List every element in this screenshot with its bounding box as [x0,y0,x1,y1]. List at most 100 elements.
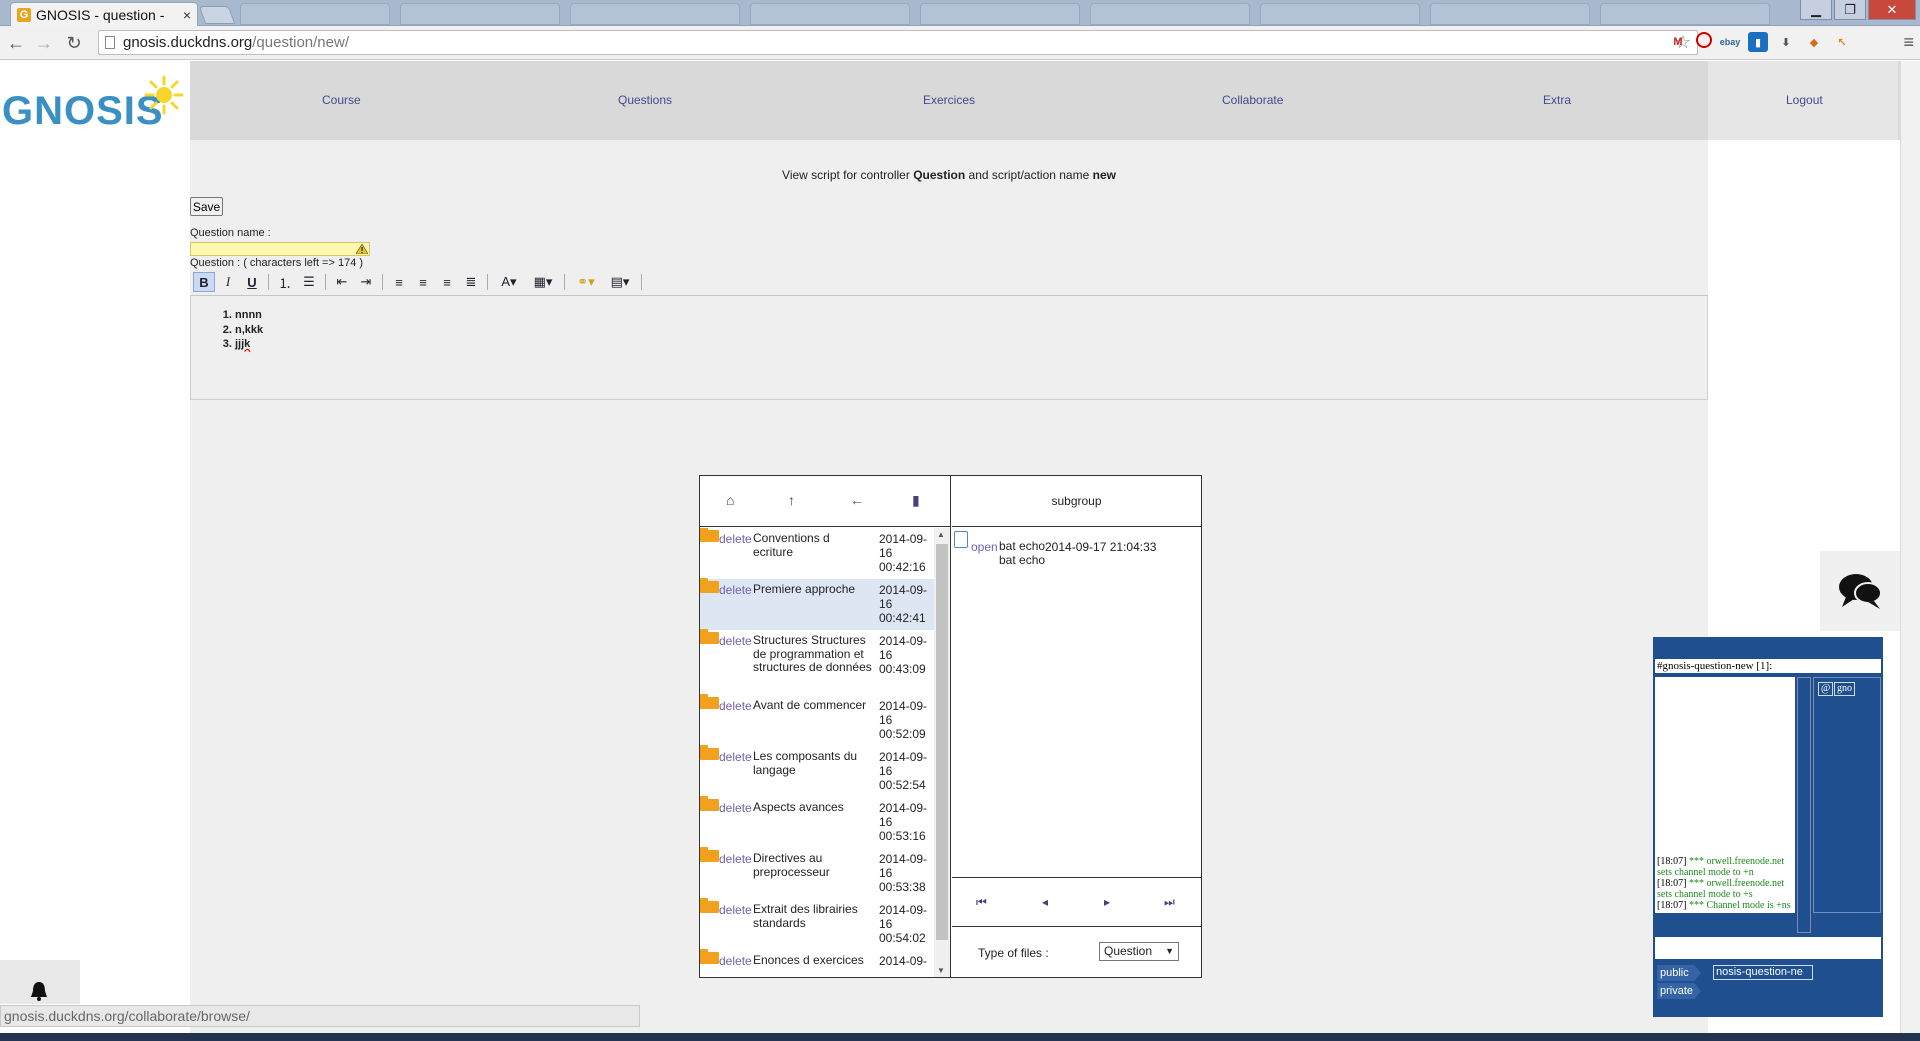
feed-extension-icon[interactable]: ◆ [1804,32,1824,52]
menu-icon[interactable]: ≡ [1903,32,1914,53]
delete-link[interactable]: delete [719,954,752,968]
background-tab[interactable] [1600,3,1770,25]
active-tab[interactable]: G GNOSIS - question - × [10,2,198,26]
file-row[interactable]: open bat echo bat echo 2014-09-17 21:04:… [952,528,1201,566]
folder-row[interactable]: delete Enonces d exercices 2014-09- [700,949,934,978]
folder-name[interactable]: Conventions d ecriture [753,531,873,559]
italic-icon[interactable]: I [217,272,239,292]
next-page-icon[interactable]: ▸ [1104,895,1110,909]
folder-row[interactable]: delete Les composants du langage 2014-09… [700,745,934,797]
ebay-extension-icon[interactable]: ebay [1720,32,1741,52]
chat-toggle-button[interactable] [1820,551,1900,631]
page-scrollbar[interactable] [1900,61,1920,1033]
delete-link[interactable]: delete [719,583,752,597]
folder-row[interactable]: delete Premiere approche 2014-09-16 00:4… [700,578,934,630]
back-arrow-icon[interactable]: ← [850,492,864,508]
align-right-icon[interactable]: ≡ [436,272,458,292]
nick-item[interactable]: gno [1834,682,1855,696]
close-tab-icon[interactable]: × [183,7,191,23]
irc-input[interactable] [1655,937,1881,959]
nav-course[interactable]: Course [322,93,361,107]
home-icon[interactable]: ⌂ [726,492,734,508]
delete-link[interactable]: delete [719,634,752,648]
folder-name[interactable]: Avant de commencer [753,698,873,713]
type-select[interactable]: Question ▼ [1099,942,1179,961]
delete-link[interactable]: delete [719,750,752,764]
background-tab[interactable] [400,3,560,25]
address-bar[interactable]: gnosis.duckdns.org /question/new/ ☆ [98,30,1698,55]
folder-row[interactable]: delete Extrait des librairies standards … [700,898,934,950]
gnosis-logo[interactable]: GNOSIS [2,75,184,139]
folder-row[interactable]: delete Conventions d ecriture 2014-09-16… [700,528,934,579]
folder-name[interactable]: Extrait des librairies standards [753,902,873,930]
nav-extra[interactable]: Extra [1543,93,1571,107]
file-name[interactable]: bat echo bat echo [999,539,1051,567]
save-button[interactable]: Save [190,197,223,216]
background-tab[interactable] [240,3,390,25]
folder-name[interactable]: Directives au preprocesseur [753,851,873,879]
background-tab[interactable] [570,3,740,25]
background-tab[interactable] [1430,3,1590,25]
background-tab[interactable] [920,3,1080,25]
opera-extension-icon[interactable] [1696,32,1712,48]
up-arrow-icon[interactable]: ↑ [788,492,795,508]
outdent-icon[interactable]: ⇤ [331,272,353,292]
background-tab[interactable] [750,3,910,25]
folder-row[interactable]: delete Aspects avances 2014-09-16 00:53:… [700,796,934,848]
folder-name[interactable]: Structures Structures de programmation e… [753,633,873,675]
ordered-list-icon[interactable]: ⒈ [274,272,296,292]
indent-icon[interactable]: ⇥ [355,272,377,292]
folder-row[interactable]: delete Directives au preprocesseur 2014-… [700,847,934,899]
restore-icon[interactable]: ❐ [1834,0,1866,20]
delete-link[interactable]: delete [719,699,752,713]
delete-link[interactable]: delete [719,532,752,546]
bold-icon[interactable]: B [193,272,215,292]
new-tab-button[interactable] [198,6,236,24]
nav-collaborate[interactable]: Collaborate [1222,93,1283,107]
background-tab[interactable] [1090,3,1250,25]
back-arrow-icon[interactable]: ← [4,32,28,54]
window-close-icon[interactable]: ✕ [1868,0,1916,20]
folder-name[interactable]: Premiere approche [753,582,873,597]
align-justify-icon[interactable]: ≣ [460,272,482,292]
irc-channel-tab[interactable]: nosis-question-ne [1713,965,1813,980]
folder-name[interactable]: Enonces d exercices [753,953,873,968]
question-name-input[interactable] [190,242,370,256]
nav-logout[interactable]: Logout [1786,93,1823,107]
font-color-icon[interactable]: A▾ [493,272,525,292]
minimize-icon[interactable]: ▁ [1800,0,1832,20]
gmail-extension-icon[interactable]: M [1668,32,1688,52]
folder-name[interactable]: Aspects avances [753,800,873,815]
folder-scrollbar[interactable]: ▲ ▼ [934,528,950,977]
folder-row[interactable]: delete Structures Structures de programm… [700,629,934,695]
background-tab[interactable] [1260,3,1420,25]
folder-row[interactable]: delete Avant de commencer 2014-09-16 00:… [700,694,934,746]
analytics-extension-icon[interactable]: ▮ [1748,32,1768,52]
align-center-icon[interactable]: ≡ [412,272,434,292]
last-page-icon[interactable]: ⏭ [1164,895,1175,910]
question-editor[interactable]: nnnn n,kkk jjjk [190,295,1708,400]
scroll-down-icon[interactable]: ▼ [937,966,945,975]
table-icon[interactable]: ▤▾ [604,272,636,292]
irc-scrollbar[interactable] [1797,677,1811,933]
scroll-thumb[interactable] [936,544,948,940]
notification-button[interactable] [0,960,80,1004]
irc-tab-public[interactable]: public [1657,965,1701,981]
align-left-icon[interactable]: ≡ [388,272,410,292]
underline-icon[interactable]: U [241,272,263,292]
open-link[interactable]: open [971,540,998,554]
forward-arrow-icon[interactable]: → [32,32,56,54]
unordered-list-icon[interactable]: ☰ [298,272,320,292]
first-page-icon[interactable]: ⏮ [976,895,987,910]
delete-link[interactable]: delete [719,801,752,815]
background-color-icon[interactable]: ▦▾ [527,272,559,292]
nav-questions[interactable]: Questions [618,93,672,107]
prev-page-icon[interactable]: ◂ [1042,895,1048,909]
tools-extension-icon[interactable]: ↖ [1832,32,1852,52]
new-file-icon[interactable]: ▮ [912,492,920,509]
irc-tab-private[interactable]: private [1657,983,1701,999]
delete-link[interactable]: delete [719,903,752,917]
delete-link[interactable]: delete [719,852,752,866]
folder-name[interactable]: Les composants du langage [753,749,873,777]
reload-icon[interactable]: ↻ [62,32,86,54]
